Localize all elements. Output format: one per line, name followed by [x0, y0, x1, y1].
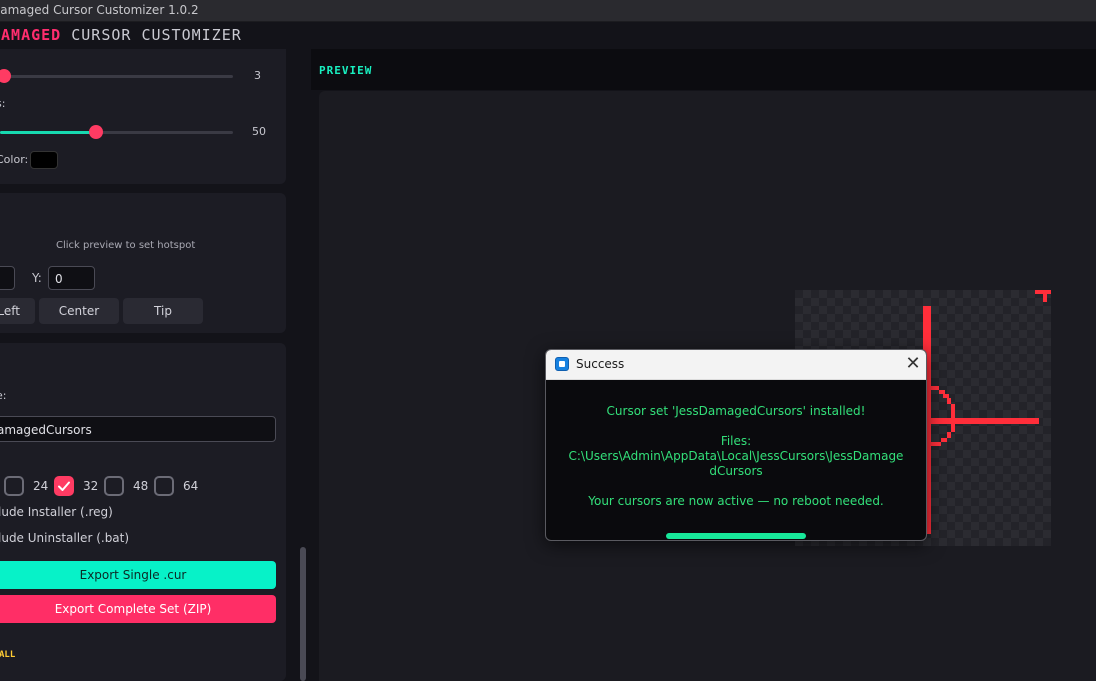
- dialog-message-path2: dCursors: [709, 464, 763, 478]
- size-48-label: 48: [133, 479, 149, 493]
- preview-title: PREVIEW: [319, 64, 373, 77]
- cursor-horizontal-bar: [931, 418, 1039, 424]
- size-32-checkbox[interactable]: [54, 476, 74, 496]
- window-titlebar: Damaged Cursor Customizer 1.0.2: [0, 0, 1096, 22]
- checkmark-icon: [58, 481, 70, 491]
- dialog-message-active: Your cursors are now active — no reboot …: [588, 494, 884, 508]
- size-64-label: 64: [183, 479, 199, 493]
- hotspot-hint: Click preview to set hotspot: [56, 240, 196, 251]
- sidebar-scrollbar[interactable]: [300, 547, 306, 681]
- size-32-label: 32: [83, 479, 99, 493]
- hotspot-left-button[interactable]: Left: [0, 298, 35, 324]
- app-header: DAMAGED CURSOR CUSTOMIZER: [0, 22, 1096, 49]
- size-48-checkbox[interactable]: [104, 476, 124, 496]
- include-uninstaller-label[interactable]: lude Uninstaller (.bat): [0, 531, 129, 545]
- slider-2-label: s:: [0, 97, 6, 110]
- success-dialog: Success ✕ Cursor set 'JessDamagedCursors…: [545, 349, 927, 541]
- dialog-ok-bar[interactable]: [666, 533, 806, 539]
- dialog-message-line1: Cursor set 'JessDamagedCursors' installe…: [606, 404, 866, 418]
- window-title: Damaged Cursor Customizer 1.0.2: [0, 3, 199, 17]
- size-64-checkbox[interactable]: [154, 476, 174, 496]
- dialog-message-path1: C:\Users\Admin\AppData\Local\JessCursors…: [568, 449, 904, 463]
- cursor-shape: [923, 290, 1051, 534]
- app-window-icon: [555, 357, 569, 371]
- dialog-title: Success: [576, 357, 625, 371]
- color-swatch[interactable]: [30, 151, 58, 169]
- slider-1-track[interactable]: [0, 75, 233, 78]
- hotspot-x-input[interactable]: [0, 266, 15, 290]
- set-name-label: e:: [0, 389, 7, 402]
- include-installer-label[interactable]: lude Installer (.reg): [0, 505, 113, 519]
- color-label: Color:: [0, 153, 29, 166]
- install-section-label: ALL: [0, 650, 16, 660]
- slider-2-fill: [0, 131, 96, 134]
- slider-1-value: 3: [254, 69, 261, 82]
- hotspot-tip-button[interactable]: Tip: [123, 298, 203, 324]
- export-set-button[interactable]: Export Complete Set (ZIP): [0, 595, 276, 623]
- export-single-button[interactable]: Export Single .cur: [0, 561, 276, 589]
- slider-2-value: 50: [252, 125, 266, 138]
- slider-2-thumb[interactable]: [89, 125, 103, 139]
- brand-damaged: DAMAGED: [0, 26, 62, 44]
- hotspot-center-button[interactable]: Center: [39, 298, 119, 324]
- size-24-checkbox[interactable]: [4, 476, 24, 496]
- dialog-titlebar: Success ✕: [546, 350, 926, 380]
- hotspot-marker-v: [1043, 290, 1047, 302]
- brand-rest: CURSOR CUSTOMIZER: [71, 26, 242, 44]
- hotspot-y-input[interactable]: 0: [48, 266, 95, 290]
- preview-header: [311, 49, 1096, 90]
- dialog-message-files: Files:: [720, 434, 752, 448]
- set-name-input[interactable]: amagedCursors: [0, 416, 276, 442]
- size-24-label: 24: [33, 479, 49, 493]
- hotspot-y-label: Y:: [32, 271, 42, 285]
- close-icon[interactable]: ✕: [900, 350, 926, 379]
